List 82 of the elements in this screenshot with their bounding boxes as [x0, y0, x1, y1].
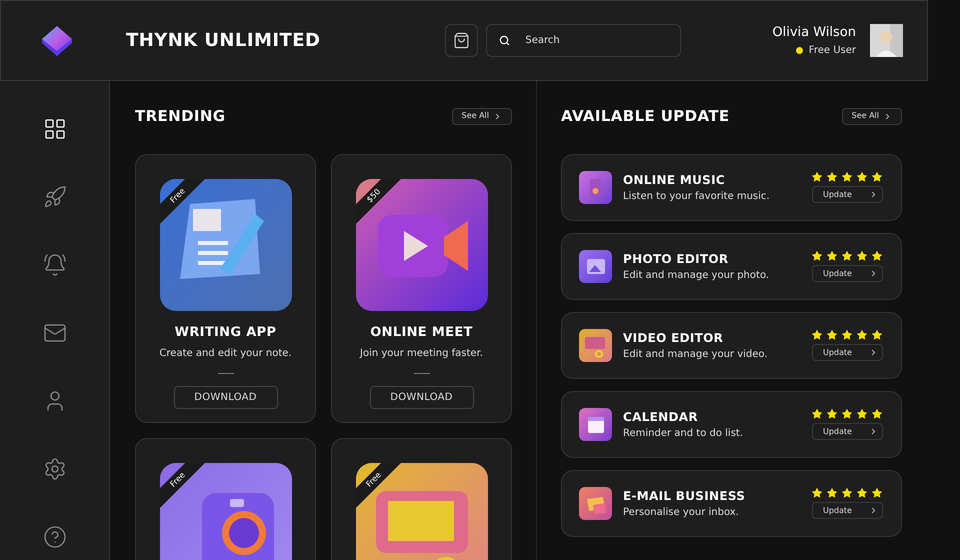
chevron-icon: [883, 112, 892, 121]
star-icon: [811, 329, 823, 341]
bag-icon: [453, 32, 470, 49]
search-field[interactable]: Search: [486, 24, 682, 57]
star-icon: [871, 171, 883, 183]
section-title: TRENDING: [135, 106, 226, 127]
rocket-icon: [42, 185, 66, 209]
app-description: Personalise your inbox.: [623, 506, 740, 520]
star-icon: [811, 487, 823, 499]
star-icon: [841, 329, 853, 341]
app-description: Listen to your favorite music.: [623, 190, 771, 204]
star-icon: [811, 250, 823, 262]
star-icon: [841, 408, 853, 420]
bell-icon: [42, 253, 66, 277]
update-card[interactable]: ONLINE MUSIC Listen to your favorite music. Update: [561, 154, 902, 220]
star-icon: [856, 171, 868, 183]
star-icon: [871, 329, 883, 341]
star-icon: [841, 487, 853, 499]
brand-name: THYNK UNLIMITED: [126, 29, 320, 53]
star-icon: [826, 487, 838, 499]
calendar-icon: [579, 408, 612, 440]
star-icon: [856, 329, 868, 341]
user-status: Free User: [808, 44, 856, 58]
help-icon: [42, 525, 66, 549]
star-icon: [856, 408, 868, 420]
star-icon: [826, 329, 838, 341]
film-icon: [579, 328, 612, 362]
star-icon: [856, 250, 868, 262]
update-card[interactable]: E-MAIL BUSINESS Personalise your inbox. Update: [561, 470, 902, 536]
app-title: WRITING APP: [174, 324, 276, 342]
section-title: AVAILABLE UPDATE: [561, 106, 730, 127]
see-all-button[interactable]: See All: [842, 108, 902, 125]
app-description: Edit and manage your photo.: [623, 268, 770, 282]
app-card[interactable]: $50 ONLINE MEET Join your meeting faster. DOWNLOAD: [331, 154, 512, 422]
star-icon: [826, 408, 838, 420]
star-icon: [841, 171, 853, 183]
app-title: ONLINE MEET: [370, 324, 473, 342]
star-icon: [826, 250, 838, 262]
star-icon: [811, 408, 823, 420]
star-icon: [841, 250, 853, 262]
grid-icon: [42, 117, 66, 141]
update-card[interactable]: PHOTO EDITOR Edit and manage your photo. Update: [561, 232, 902, 300]
app-title: CALENDAR: [623, 408, 699, 426]
app-description: Reminder and to do list.: [623, 426, 744, 440]
star-icon: [871, 250, 883, 262]
app-description: Create and edit your note.: [159, 347, 292, 361]
chevron-icon: [869, 269, 878, 278]
download-button[interactable]: DOWNLOAD: [174, 386, 278, 409]
app-description: Edit and manage your video.: [623, 348, 769, 362]
update-card[interactable]: VIDEO EDITOR Edit and manage your video. Update: [561, 312, 902, 378]
chevron-icon: [869, 190, 878, 199]
download-button[interactable]: DOWNLOAD: [370, 386, 474, 409]
update-card[interactable]: CALENDAR Reminder and to do list. Update: [561, 390, 902, 458]
star-icon: [811, 171, 823, 183]
star-icon: [856, 487, 868, 499]
app-title: VIDEO EDITOR: [623, 330, 724, 346]
app-title: PHOTO EDITOR: [623, 250, 730, 268]
user-name: Olivia Wilson: [772, 24, 856, 42]
star-icon: [871, 487, 883, 499]
app-title: ONLINE MUSIC: [623, 172, 726, 188]
sidebar-item[interactable]: [42, 117, 66, 141]
settings-icon: [42, 457, 66, 481]
envelope-icon: [579, 486, 612, 520]
update-button[interactable]: Update: [812, 186, 883, 203]
chevron-icon: [869, 506, 878, 515]
search-icon: [499, 35, 510, 46]
star-icon: [871, 408, 883, 420]
update-button[interactable]: Update: [812, 423, 883, 440]
app-title: E-MAIL BUSINESS: [623, 488, 746, 504]
chevron-icon: [869, 348, 878, 357]
update-button[interactable]: Update: [812, 265, 883, 282]
see-all-button[interactable]: See All: [452, 108, 512, 125]
chevron-icon: [869, 427, 878, 436]
chevron-icon: [493, 112, 502, 121]
cart-button[interactable]: [445, 24, 478, 57]
update-button[interactable]: Update: [812, 344, 883, 361]
logo-icon: [41, 24, 73, 56]
star-icon: [826, 171, 838, 183]
app-description: Join your meeting faster.: [360, 347, 483, 361]
photo-icon: [579, 250, 612, 282]
speaker-icon: [579, 170, 612, 204]
update-button[interactable]: Update: [812, 502, 883, 519]
